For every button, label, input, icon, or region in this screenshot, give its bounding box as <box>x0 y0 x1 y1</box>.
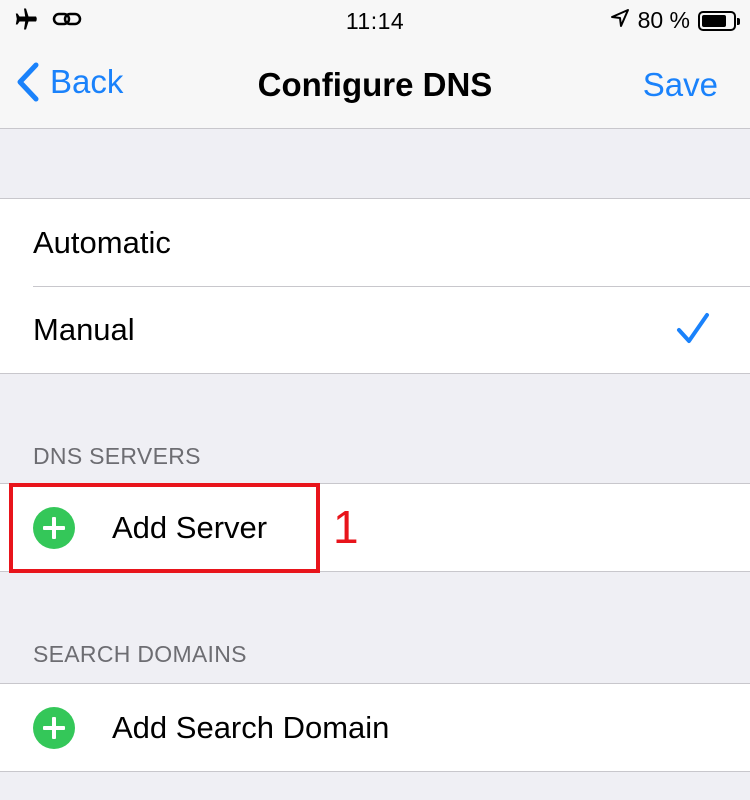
mode-option-manual[interactable]: Manual <box>0 286 750 373</box>
add-circle-icon <box>33 506 75 549</box>
status-bar: 11:14 80 % <box>0 0 750 40</box>
dns-mode-group: Automatic Manual <box>0 198 750 374</box>
search-domains-header: SEARCH DOMAINS <box>33 641 247 667</box>
dns-servers-group: Add Server <box>0 483 750 572</box>
battery-percent: 80 % <box>637 7 690 33</box>
checkmark-icon <box>676 312 710 354</box>
add-search-domain-label: Add Search Domain <box>112 709 390 745</box>
battery-fill <box>702 14 726 27</box>
mode-option-label: Manual <box>33 311 135 347</box>
add-search-domain-button[interactable]: Add Search Domain <box>0 684 750 771</box>
save-button[interactable]: Save <box>643 66 718 104</box>
search-domains-group: Add Search Domain <box>0 683 750 772</box>
status-right: 80 % <box>610 7 740 34</box>
add-server-label: Add Server <box>112 509 268 545</box>
add-circle-icon <box>33 706 75 749</box>
annotation-step-number: 1 <box>333 501 359 553</box>
location-arrow-icon <box>610 8 630 33</box>
add-server-button[interactable]: Add Server <box>0 484 750 571</box>
battery-icon <box>698 10 740 31</box>
mode-option-automatic[interactable]: Automatic <box>0 199 750 286</box>
mode-option-label: Automatic <box>33 224 171 260</box>
dns-servers-header: DNS SERVERS <box>33 443 201 469</box>
navigation-bar: Back Configure DNS Save <box>0 40 750 129</box>
page-title: Configure DNS <box>257 66 493 103</box>
